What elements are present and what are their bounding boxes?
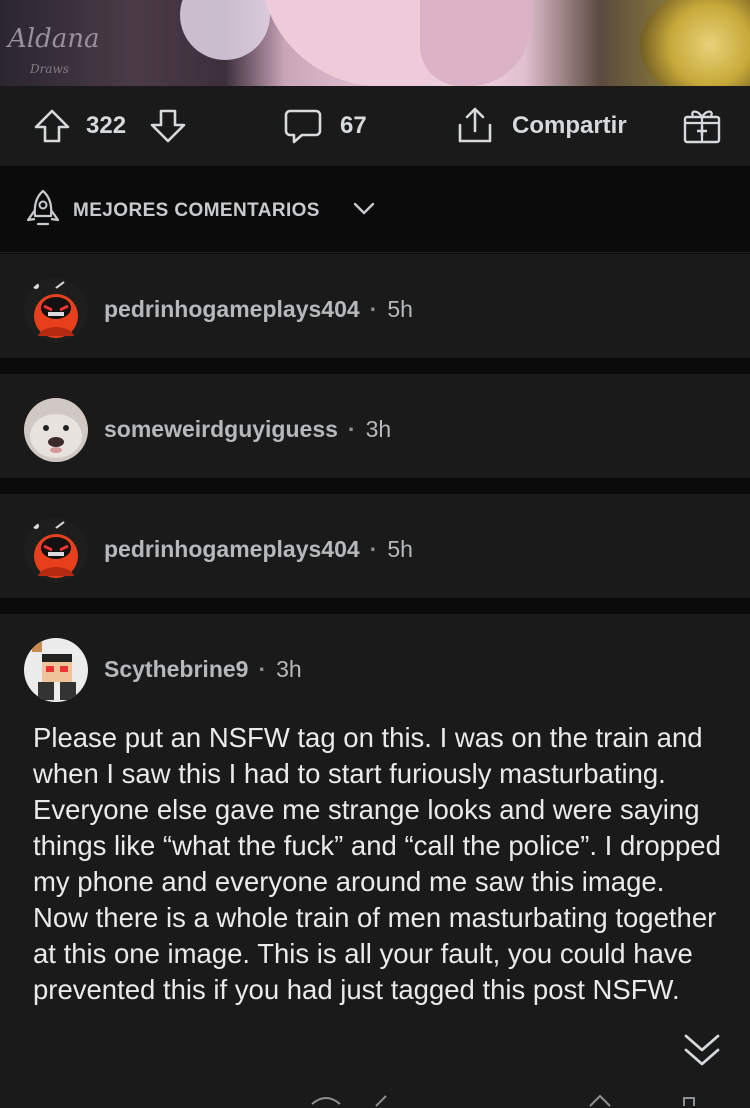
chevron-down-icon[interactable] xyxy=(353,202,375,221)
comment-count: 67 xyxy=(340,112,367,139)
image-flower xyxy=(640,0,750,86)
comment-time: 5h xyxy=(387,296,413,322)
sort-label[interactable]: MEJORES COMENTARIOS xyxy=(73,200,320,222)
comment-time: 5h xyxy=(387,536,413,562)
comment-meta: pedrinhogameplays404 · 5h xyxy=(104,536,413,562)
comment-author[interactable]: pedrinhogameplays404 xyxy=(104,296,360,322)
avatar[interactable] xyxy=(24,398,88,462)
double-chevron-down-icon[interactable] xyxy=(682,1030,722,1075)
image-shape xyxy=(180,0,270,60)
share-label[interactable]: Compartir xyxy=(512,86,627,166)
comment-author[interactable]: Scythebrine9 xyxy=(104,656,248,682)
share-icon xyxy=(454,105,496,147)
comment-icon xyxy=(282,105,324,147)
downvote-icon[interactable] xyxy=(148,106,188,146)
artist-signature-sub: Draws xyxy=(30,62,69,76)
avatar[interactable] xyxy=(24,638,88,702)
downvote-button[interactable] xyxy=(148,86,188,166)
artist-signature: Aldana xyxy=(8,24,100,54)
comment-time: 3h xyxy=(365,416,392,442)
image-shape xyxy=(420,0,530,86)
comment-time: 3h xyxy=(276,656,302,682)
comment-sort-bar[interactable]: MEJORES COMENTARIOS xyxy=(0,166,750,253)
comment-meta: Scythebrine9 · 3h xyxy=(104,656,302,682)
comment-body: Please put an NSFW tag on this. I was on… xyxy=(33,722,721,1005)
post-action-bar: 322 67 Compartir xyxy=(0,86,750,166)
collapsed-comment[interactable]: pedrinhogameplays404 · 5h xyxy=(0,254,750,358)
avatar[interactable] xyxy=(24,278,88,342)
vote-count: 322 xyxy=(86,112,127,139)
comment-meta: pedrinhogameplays404 · 5h xyxy=(104,296,413,322)
comment-meta: someweirdguyiguess · 3h xyxy=(104,416,392,442)
comment-author[interactable]: someweirdguyiguess xyxy=(104,416,338,442)
rocket-icon xyxy=(24,188,62,235)
share-button[interactable] xyxy=(454,86,496,166)
avatar[interactable] xyxy=(24,518,88,582)
collapsed-comment[interactable]: someweirdguyiguess · 3h xyxy=(0,374,750,478)
upvote-icon[interactable] xyxy=(32,106,72,146)
award-button[interactable] xyxy=(681,86,723,166)
gift-icon xyxy=(681,105,723,147)
collapsed-comment[interactable]: pedrinhogameplays404 · 5h xyxy=(0,494,750,598)
upvote-button[interactable] xyxy=(32,86,72,166)
post-image[interactable]: Aldana Draws xyxy=(0,0,750,86)
comments-button[interactable] xyxy=(282,86,324,166)
comment-action-row xyxy=(0,1086,750,1108)
comment-author[interactable]: pedrinhogameplays404 xyxy=(104,536,360,562)
